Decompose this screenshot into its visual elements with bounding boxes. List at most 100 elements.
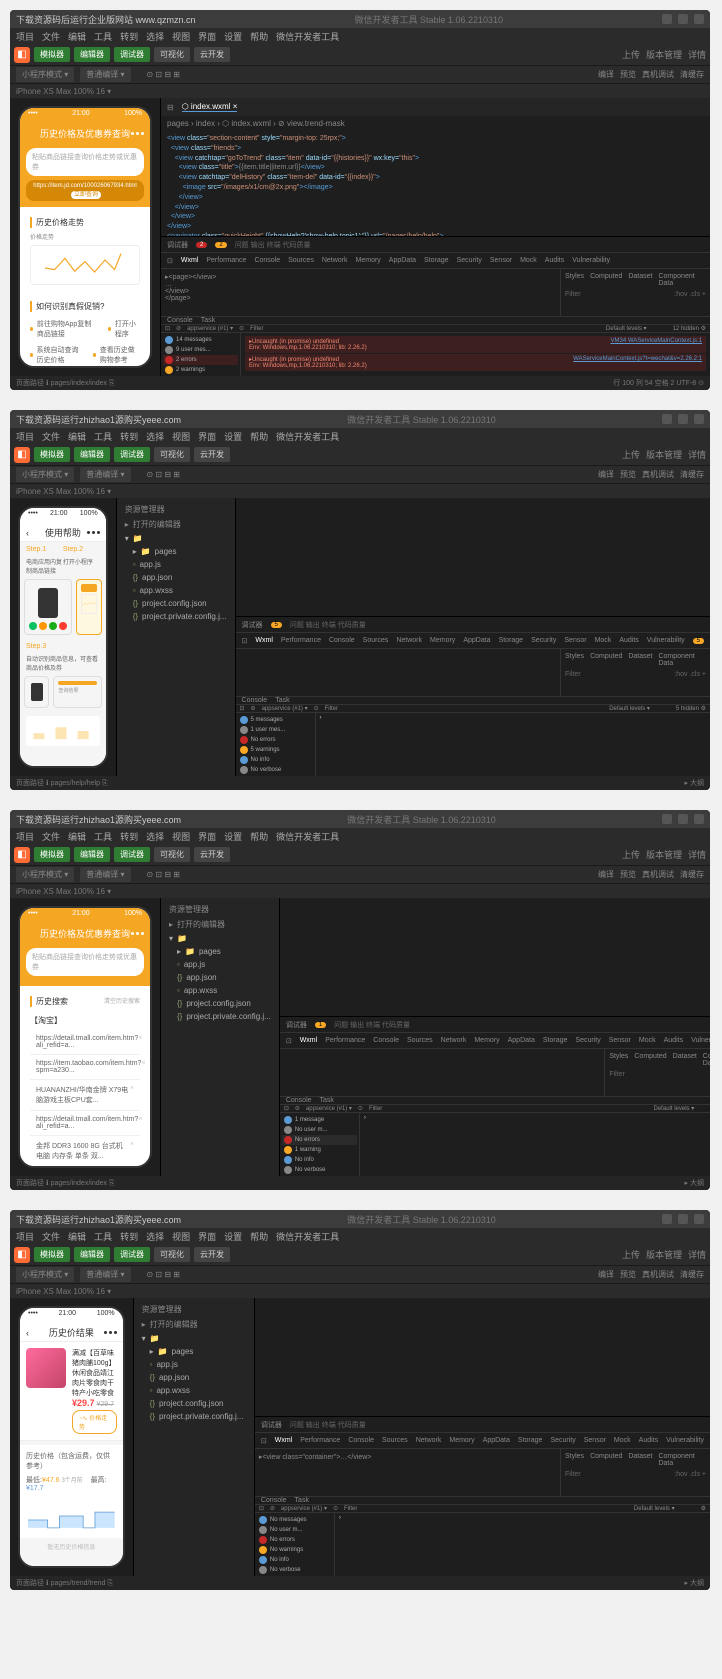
- dt-tab[interactable]: Sources: [288, 257, 314, 264]
- history-item[interactable]: https://detail.tmall.com/item.htm?ali_re…: [30, 1030, 140, 1055]
- ide-window-4: 下载资源码运行zhizhao1源购买yeee.com微信开发者工具 Stable…: [10, 1210, 710, 1590]
- console-tab[interactable]: Console: [167, 317, 193, 324]
- dt-tab[interactable]: AppData: [389, 257, 416, 264]
- history-item[interactable]: HUANANZHI/华南金牌 X79电脑游戏主板CPU套...×: [30, 1080, 140, 1111]
- minimize-button[interactable]: [662, 14, 672, 24]
- dt-tab[interactable]: Memory: [356, 257, 381, 264]
- tree-file[interactable]: {} app.json: [121, 571, 231, 584]
- task-tab[interactable]: Task: [201, 317, 215, 324]
- menu-item[interactable]: 视图: [172, 30, 190, 43]
- statusbar: 页面路径 ℹ pages/index/index ⎘ 行 100 列 54 空格…: [10, 376, 710, 390]
- toolbar: ◧ 模拟器 编辑器 调试器 可视化 云开发 上传 版本管理 详情: [10, 44, 710, 66]
- menu-item[interactable]: 项目: [16, 30, 34, 43]
- debugger-toggle[interactable]: 调试器: [114, 47, 150, 62]
- code-editor[interactable]: <view class="section-content" style="mar…: [161, 130, 710, 236]
- maximize-button[interactable]: [678, 14, 688, 24]
- tree-file[interactable]: {} project.private.config.j...: [121, 610, 231, 623]
- dt-tab[interactable]: Performance: [206, 257, 246, 264]
- file-explorer: 资源管理器 ▸ 打开的编辑器 ▾ 📁 ▸ 📁 pages ▫ app.js {}…: [116, 498, 235, 776]
- menu-item[interactable]: 帮助: [250, 30, 268, 43]
- toolbar-right: 上传 版本管理 详情: [622, 48, 706, 61]
- trend-button[interactable]: ~∿ 价格走势: [72, 1410, 117, 1434]
- dt-tab[interactable]: Security: [457, 257, 482, 264]
- search-input[interactable]: 粘贴商品链接查询价格走势或优惠券: [26, 148, 144, 176]
- history-item[interactable]: https://item.taobao.com/item.htm?spm=a23…: [30, 1055, 140, 1080]
- tree-file[interactable]: ▫ app.js: [121, 558, 231, 571]
- phone-frame: ••••21:00100% 历史价格及优惠券查询 粘贴商品链接查询价格走势或优惠…: [18, 106, 152, 368]
- product-image: [26, 1348, 66, 1388]
- menu-item[interactable]: 文件: [42, 30, 60, 43]
- search-input[interactable]: 粘贴商品链接查询价格走势或优惠券: [26, 948, 144, 976]
- phone-navbar: ‹使用帮助: [20, 524, 106, 542]
- error-source-link[interactable]: VM34 WAServiceMainContext.js:1: [611, 338, 702, 351]
- close-button[interactable]: [694, 14, 704, 24]
- device-selector[interactable]: iPhone XS Max 100% 16 ▾: [16, 87, 111, 96]
- filter-input[interactable]: Filter: [250, 326, 263, 332]
- dt-tab-wxml[interactable]: Wxml: [181, 257, 199, 264]
- simulator-panel: ••••21:00100% 历史价格及优惠券查询 粘贴商品链接查询价格走势或优惠…: [10, 98, 160, 376]
- tree-file[interactable]: ▫ app.wxss: [121, 584, 231, 597]
- product-row: 满减【百草味猪肉脯100g】休闲食品靖江肉片零食肉干特产小吃零食 ¥29.7 ¥…: [20, 1342, 123, 1441]
- ide-window-2: 下载资源码运行zhizhao1源购买yeee.com微信开发者工具 Stable…: [10, 410, 710, 790]
- details-button[interactable]: 详情: [688, 48, 706, 61]
- sub-debug[interactable]: 真机调试: [642, 69, 674, 80]
- window-title: 下载资源码后运行企业版网站 www.qzmzn.cn: [16, 13, 196, 26]
- dt-tab[interactable]: Storage: [424, 257, 449, 264]
- ide-window-1: 下载资源码后运行企业版网站 www.qzmzn.cn 微信开发者工具 Stabl…: [10, 10, 710, 390]
- dt-tab[interactable]: Vulnerability: [572, 257, 610, 264]
- error-source-link[interactable]: WAServiceMainContext.js?t=wechat&v=2.26.…: [573, 356, 702, 369]
- visual-toggle[interactable]: 可视化: [154, 47, 190, 62]
- ide-window-3: 下载资源码运行zhizhao1源购买yeee.com微信开发者工具 Stable…: [10, 810, 710, 1190]
- dt-tab[interactable]: Mock: [520, 257, 537, 264]
- wxml-tree[interactable]: ▸<page></view> … </view> </page>: [161, 269, 560, 316]
- editor-toggle[interactable]: 编辑器: [74, 47, 110, 62]
- sub-compile[interactable]: 编译: [598, 69, 614, 80]
- mode-dropdown[interactable]: 小程序模式 ▾: [16, 67, 74, 82]
- version-button[interactable]: 版本管理: [646, 48, 682, 61]
- file-tab[interactable]: ⬡ index.wxml ×: [182, 102, 238, 112]
- levels-dropdown[interactable]: Default levels ▾: [606, 325, 647, 332]
- help-card-1: [24, 579, 72, 635]
- menu-item[interactable]: 编辑: [68, 30, 86, 43]
- back-icon[interactable]: ‹: [26, 1328, 29, 1338]
- menu-item[interactable]: 界面: [198, 30, 216, 43]
- styles-panel: StylesComputedDatasetComponent Data Filt…: [560, 269, 710, 316]
- compile-dropdown[interactable]: 普通编译 ▾: [80, 67, 130, 82]
- sub-clear[interactable]: 清缓存: [680, 69, 704, 80]
- tree-folder[interactable]: ▸ 📁 pages: [121, 545, 231, 558]
- dt-tab[interactable]: Audits: [545, 257, 564, 264]
- delete-icon[interactable]: ×: [138, 1035, 142, 1049]
- menu-item[interactable]: 微信开发者工具: [276, 30, 339, 43]
- app-logo-icon: ◧: [14, 47, 30, 63]
- history-item[interactable]: https://detail.tmall.com/item.htm?ali_re…: [30, 1111, 140, 1136]
- wxml-tree[interactable]: ▸<view class="container">…</view>: [255, 1449, 560, 1496]
- filter-input[interactable]: Filter: [565, 291, 581, 298]
- dt-tab[interactable]: Sensor: [490, 257, 512, 264]
- context-dropdown[interactable]: appservice (#1) ▾: [187, 325, 233, 332]
- devtools-panel: 调试器22问题 输出 终端 代码质量 ⊡ Wxml PerformanceCon…: [161, 236, 710, 376]
- dt-tab[interactable]: Console: [254, 257, 280, 264]
- search-url-pill[interactable]: https://item.jd.com/100026067934.html 立即…: [26, 180, 144, 201]
- history-item[interactable]: 金邦 DDR3 1600 8G 台式机 电脑 内存条 单条 双...×: [30, 1136, 140, 1166]
- phone-navbar: 历史价格及优惠券查询: [20, 124, 150, 142]
- back-icon[interactable]: ‹: [26, 528, 29, 538]
- breadcrumb[interactable]: pages › index › ⬡ index.wxml › ⊘ view.tr…: [167, 119, 345, 128]
- tree-file[interactable]: {} project.config.json: [121, 597, 231, 610]
- menu-item[interactable]: 工具: [94, 30, 112, 43]
- titlebar: 下载资源码后运行企业版网站 www.qzmzn.cn 微信开发者工具 Stabl…: [10, 10, 710, 28]
- simulator-toggle[interactable]: 模拟器: [34, 47, 70, 62]
- sidebar-collapse-icon[interactable]: ⊟: [167, 103, 174, 112]
- price-history-chart: [20, 1498, 123, 1538]
- page-title: 历史价格及优惠券查询: [40, 127, 130, 140]
- product-name: 满减【百草味猪肉脯100g】休闲食品靖江肉片零食肉干特产小吃零食: [72, 1348, 117, 1398]
- menu-item[interactable]: 设置: [224, 30, 242, 43]
- inspect-icon[interactable]: ⊡: [167, 257, 173, 265]
- cloud-toggle[interactable]: 云开发: [194, 47, 230, 62]
- menu-item[interactable]: 选择: [146, 30, 164, 43]
- sub-preview[interactable]: 预览: [620, 69, 636, 80]
- dt-tab[interactable]: Network: [322, 257, 348, 264]
- upload-button[interactable]: 上传: [622, 48, 640, 61]
- tips-card: 如何识别真假促销? 前往购物App复制商品链接打开小程序 系统自动查询历史价格查…: [24, 295, 146, 366]
- menu-item[interactable]: 转到: [120, 30, 138, 43]
- clear-history-link[interactable]: 清空历史搜索: [104, 996, 140, 1011]
